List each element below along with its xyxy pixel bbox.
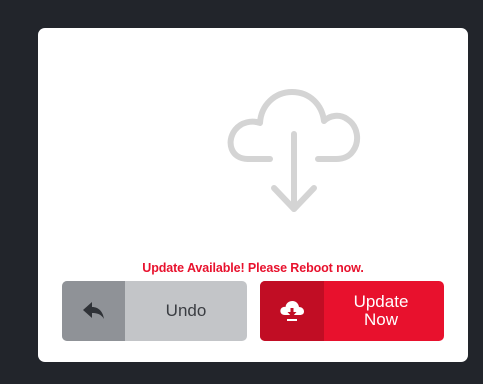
undo-arrow-icon (82, 302, 104, 319)
undo-button[interactable]: Undo (62, 281, 247, 341)
update-message: Update Available! Please Reboot now. (142, 261, 364, 275)
update-now-label: Update Now (324, 281, 444, 341)
cloud-download-icon (280, 301, 304, 321)
update-now-button[interactable]: Update Now (260, 281, 444, 341)
update-now-text: Update Now (353, 292, 409, 329)
undo-label: Undo (165, 301, 207, 320)
cloud-download-icon (227, 89, 361, 212)
update-icon-cell (260, 281, 324, 341)
undo-icon-cell (62, 281, 125, 341)
